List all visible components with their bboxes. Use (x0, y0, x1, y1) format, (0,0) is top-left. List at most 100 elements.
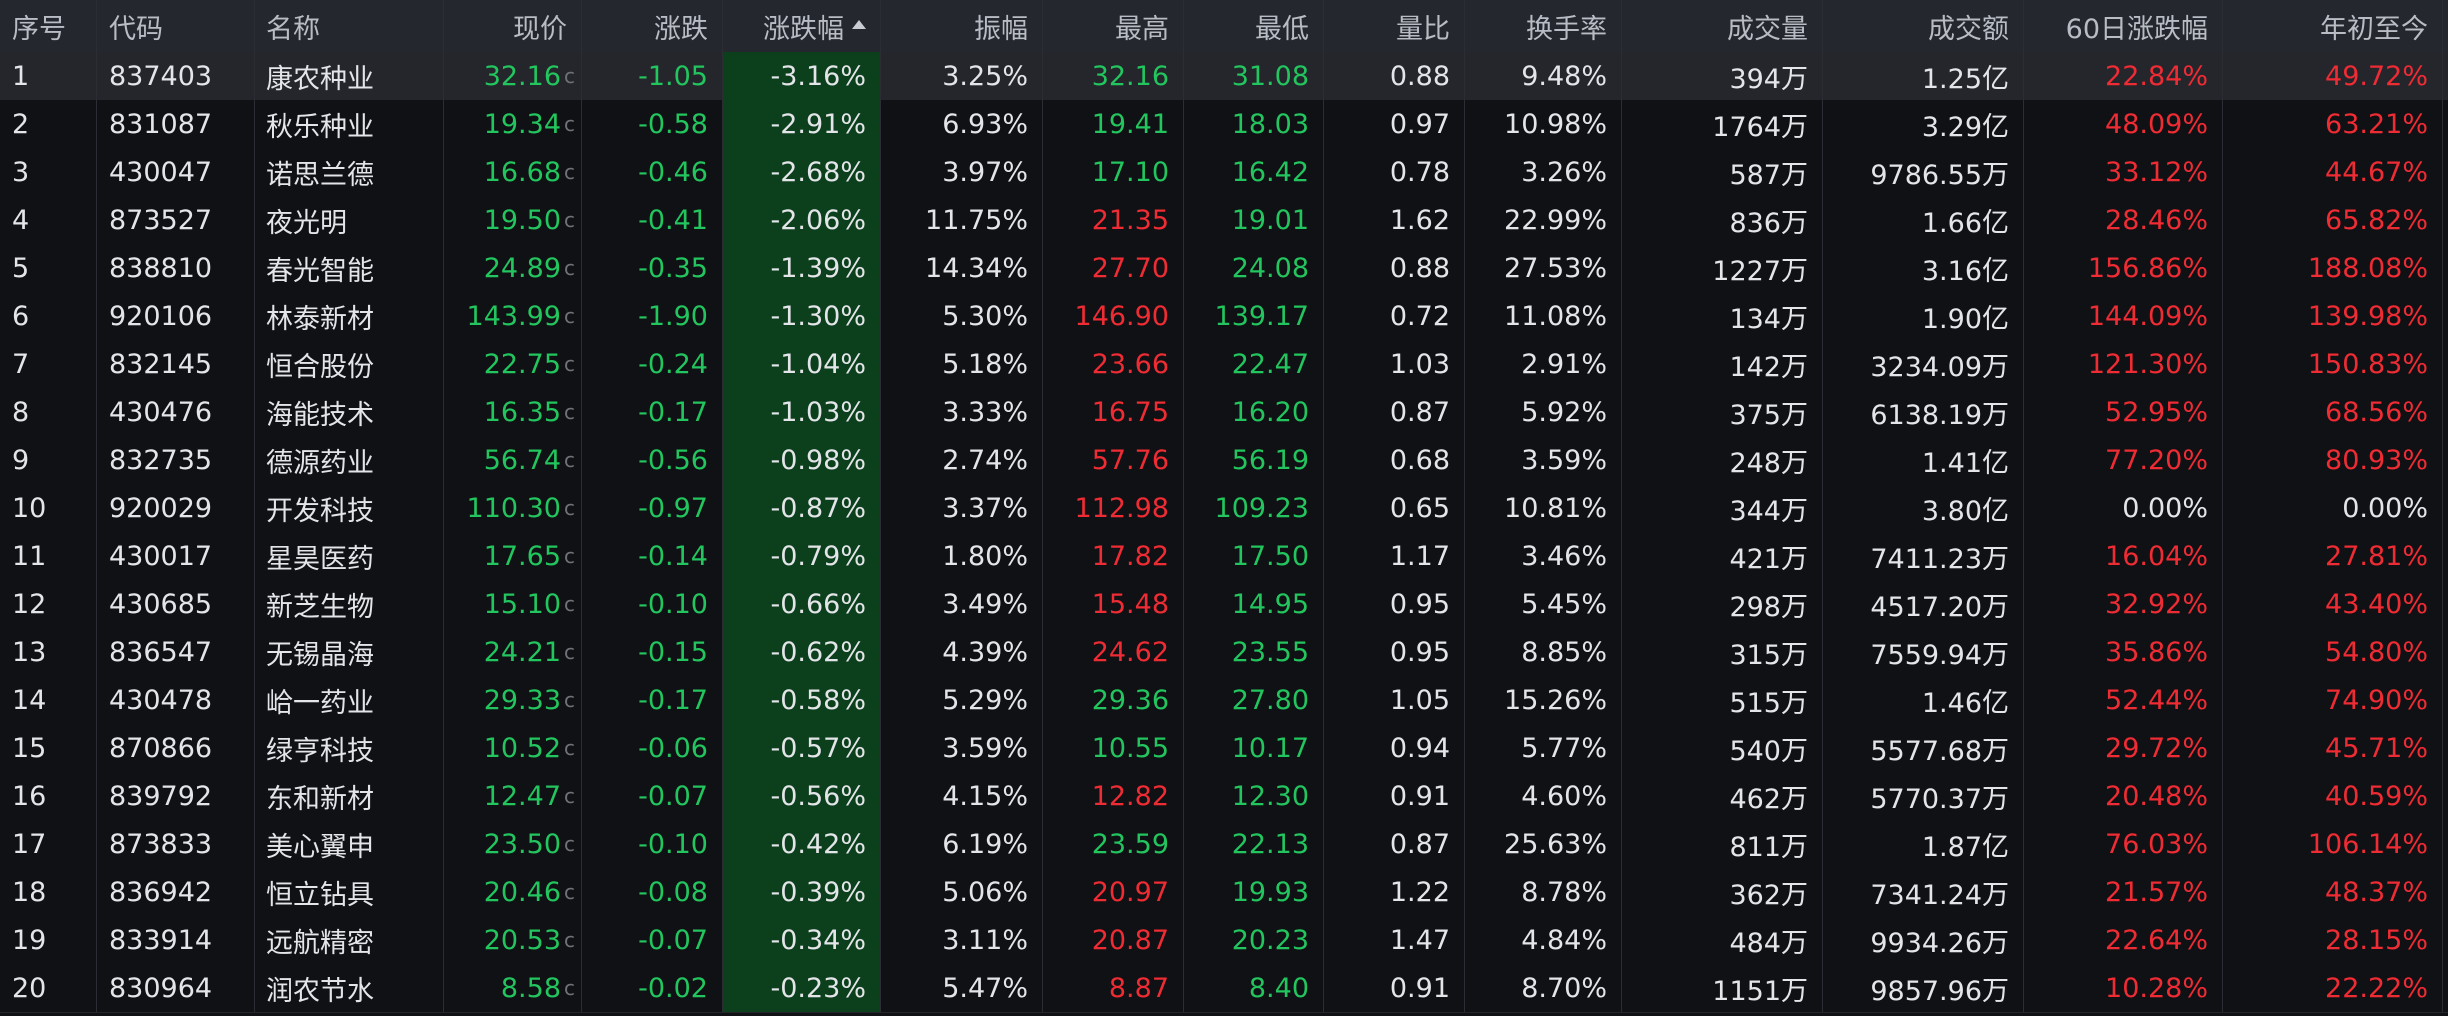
cell-pct: -1.39% (723, 244, 881, 292)
cell-value: 462万 (1729, 783, 1808, 815)
cell-value: 2.74% (942, 444, 1028, 476)
table-row[interactable]: 11 430017 星昊医药 17.65 c -0.14 -0.79% 1.80% 17.82 1… (0, 532, 2448, 581)
cell-volume: 421万 (1622, 532, 1823, 580)
cell-amount: 1.46亿 (1824, 676, 2024, 724)
column-header-d60[interactable]: 60日涨跌幅 (2023, 0, 2223, 52)
cell-ytd: 48.37% (2223, 868, 2443, 916)
cell-code: 836547 (97, 628, 255, 676)
cell-value: 4.84% (1521, 924, 1607, 956)
table-row[interactable]: 13 836547 无锡晶海 24.21 c -0.15 -0.62% 4.39% 24.62 2… (0, 628, 2448, 677)
column-header-pct[interactable]: 涨跌幅 (723, 0, 881, 52)
cell-amount: 9857.96万 (1824, 964, 2024, 1012)
column-header-vol-ratio[interactable]: 量比 (1324, 0, 1465, 52)
cell-amp: 3.49% (881, 580, 1043, 628)
column-header-high[interactable]: 最高 (1043, 0, 1184, 52)
cell-value: 10.98% (1504, 108, 1607, 140)
cell-amp: 11.75% (881, 196, 1043, 244)
cell-code: 430047 (97, 148, 255, 196)
column-header-idx[interactable]: 序号 (0, 0, 97, 52)
cell-value: -2.06% (770, 204, 866, 236)
column-header-label: 最高 (1115, 13, 1169, 45)
cell-value: -0.14 (638, 540, 708, 572)
cell-value: 22.64% (2105, 924, 2208, 956)
table-row[interactable]: 9 832735 德源药业 56.74 c -0.56 -0.98% 2.74% 57.76 56… (0, 436, 2448, 485)
cell-code: 920106 (97, 292, 255, 340)
cell-high: 17.82 (1043, 532, 1184, 580)
cell-value: -1.04% (770, 348, 866, 380)
table-row[interactable]: 19 833914 远航精密 20.53 c -0.07 -0.34% 3.11% 20.87 2… (0, 916, 2448, 965)
cell-value: 106.14% (2307, 828, 2428, 860)
cell-value: 12.82 (1091, 780, 1169, 812)
cell-pct: -0.34% (723, 916, 881, 964)
column-header-amp[interactable]: 振幅 (881, 0, 1043, 52)
cell-value: -1.39% (770, 252, 866, 284)
cell-value: 870866 (109, 732, 213, 764)
cell-value: 0.91 (1389, 972, 1450, 1004)
cell-value: 56.74 (483, 444, 561, 476)
table-row[interactable]: 3 430047 诺思兰德 16.68 c -0.46 -2.68% 3.97% 17.10 16… (0, 148, 2448, 197)
cell-ytd: 44.67% (2223, 148, 2443, 196)
table-row[interactable]: 15 870866 绿亨科技 10.52 c -0.06 -0.57% 3.59% 10.55 1… (0, 724, 2448, 773)
table-row[interactable]: 1 837403 康农种业 32.16 c -1.05 -3.16% 3.25% 32.16 31… (0, 52, 2448, 101)
cell-amp: 3.33% (881, 388, 1043, 436)
cell-change: -0.56 (582, 436, 723, 484)
cell-value: 1.66亿 (1921, 207, 2009, 239)
table-row[interactable]: 18 836942 恒立钻具 20.46 c -0.08 -0.39% 5.06% 20.97 1… (0, 868, 2448, 917)
cell-value: -0.34% (770, 924, 866, 956)
cell-high: 57.76 (1043, 436, 1184, 484)
cell-value: 5.47% (942, 972, 1028, 1004)
cell-value: 19.01 (1231, 204, 1309, 236)
column-header-turnover[interactable]: 换手率 (1464, 0, 1622, 52)
cell-vol-ratio: 0.78 (1324, 148, 1465, 196)
table-row[interactable]: 14 430478 峆一药业 29.33 c -0.17 -0.58% 5.29% 29.36 2… (0, 676, 2448, 725)
cell-change: -0.17 (582, 388, 723, 436)
table-row[interactable]: 4 873527 夜光明 19.50 c -0.41 -2.06% 11.75% 21.35 19… (0, 196, 2448, 245)
column-header-price[interactable]: 现价 (445, 0, 582, 52)
cell-d60: 16.04% (2023, 532, 2223, 580)
cell-amp: 5.47% (881, 964, 1043, 1012)
cell-idx: 3 (0, 148, 97, 196)
cell-value: 17.10 (1091, 156, 1169, 188)
cell-value: 112.98 (1074, 492, 1169, 524)
cell-value: 11 (12, 540, 47, 572)
table-row[interactable]: 16 839792 东和新材 12.47 c -0.07 -0.56% 4.15% 12.82 1… (0, 772, 2448, 821)
table-row[interactable]: 8 430476 海能技术 16.35 c -0.17 -1.03% 3.33% 16.75 16… (0, 388, 2448, 437)
column-header-low[interactable]: 最低 (1183, 0, 1324, 52)
cell-value: 19.93 (1231, 876, 1309, 908)
cell-ytd: 45.71% (2223, 724, 2443, 772)
column-header-code[interactable]: 代码 (97, 0, 255, 52)
cell-value: 6 (12, 300, 30, 332)
cell-code: 836942 (97, 868, 255, 916)
table-row[interactable]: 12 430685 新芝生物 15.10 c -0.10 -0.66% 3.49% 15.48 1… (0, 580, 2448, 629)
table-row[interactable]: 17 873833 美心翼申 23.50 c -0.10 -0.42% 6.19% 23.59 2… (0, 820, 2448, 869)
cell-amp: 3.97% (881, 148, 1043, 196)
column-header-change[interactable]: 涨跌 (582, 0, 723, 52)
cell-value: -0.07 (638, 924, 708, 956)
table-row[interactable]: 20 830964 润农节水 8.58 c -0.02 -0.23% 5.47% 8.87 8.4… (0, 964, 2448, 1013)
column-header-name[interactable]: 名称 (254, 0, 444, 52)
cell-volume: 362万 (1622, 868, 1823, 916)
cell-value: 8.58 (500, 972, 561, 1004)
cell-value: 139.17 (1214, 300, 1309, 332)
column-header-volume[interactable]: 成交量 (1622, 0, 1823, 52)
cell-value: 林泰新材 (266, 303, 374, 335)
table-row[interactable]: 6 920106 林泰新材 143.99 c -1.90 -1.30% 5.30% 146.90… (0, 292, 2448, 341)
cell-volume: 375万 (1622, 388, 1823, 436)
cell-value: 4517.20万 (1870, 591, 2009, 623)
table-row[interactable]: 7 832145 恒合股份 22.75 c -0.24 -1.04% 5.18% 23.66 22… (0, 340, 2448, 389)
table-row[interactable]: 5 838810 春光智能 24.89 c -0.35 -1.39% 14.34% 27.70 2… (0, 244, 2448, 293)
cell-vol-ratio: 1.47 (1324, 916, 1465, 964)
table-row[interactable]: 10 920029 开发科技 110.30 c -0.97 -0.87% 3.37% 112.9… (0, 484, 2448, 533)
cell-code: 837403 (97, 52, 255, 100)
cell-low: 23.55 (1183, 628, 1324, 676)
table-row[interactable]: 2 831087 秋乐种业 19.34 c -0.58 -2.91% 6.93% 19.41 18… (0, 100, 2448, 149)
cell-value: 27.81% (2325, 540, 2428, 572)
cell-value: 7411.23万 (1870, 543, 2009, 575)
cell-value: 1.05 (1389, 684, 1450, 716)
column-header-ytd[interactable]: 年初至今 (2223, 0, 2443, 52)
sort-ascending-icon[interactable] (852, 19, 866, 29)
column-header-amount[interactable]: 成交额 (1824, 0, 2024, 52)
cell-value: 48.37% (2325, 876, 2428, 908)
cell-value: -0.87% (770, 492, 866, 524)
cell-value: 7341.24万 (1870, 879, 2009, 911)
